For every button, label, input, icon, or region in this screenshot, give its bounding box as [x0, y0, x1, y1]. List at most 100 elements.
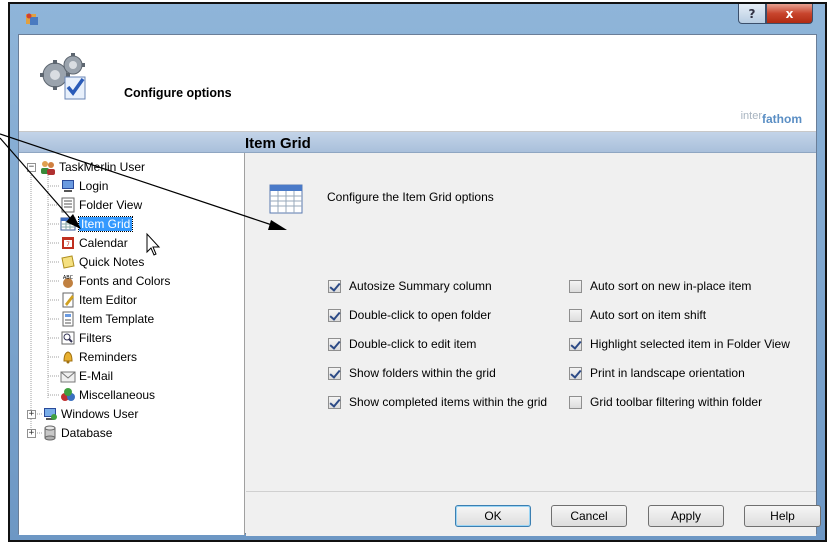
- database-icon: [44, 425, 56, 441]
- calendar-icon: 7: [62, 237, 74, 249]
- item-grid-icon: [269, 184, 303, 214]
- option-label: Double-click to open folder: [349, 308, 492, 322]
- expander-taskmerlin-user[interactable]: −: [27, 163, 36, 172]
- option-auto-sort-shift[interactable]: Auto sort on item shift: [569, 308, 706, 322]
- checkbox[interactable]: [569, 337, 582, 351]
- tree-item-calendar[interactable]: 7 Calendar: [60, 234, 128, 252]
- tree-item-label: TaskMerlin User: [59, 160, 146, 174]
- checkbox[interactable]: [328, 366, 341, 380]
- apply-button[interactable]: Apply: [648, 505, 724, 527]
- tree-item-label: Database: [61, 426, 113, 440]
- options-panel: Configure the Item Grid options Autosize…: [246, 153, 816, 491]
- login-icon: [62, 180, 74, 192]
- tree-item-miscellaneous[interactable]: Miscellaneous: [60, 386, 155, 404]
- notes-icon: [61, 255, 75, 269]
- header-title: Configure options: [124, 86, 232, 100]
- tree-item-label: Quick Notes: [79, 255, 145, 269]
- options-tree[interactable]: − TaskMerlin User Login Folder View Item…: [19, 153, 245, 535]
- email-icon: [60, 371, 76, 383]
- option-show-completed[interactable]: Show completed items within the grid: [328, 395, 547, 409]
- tree-item-fonts-and-colors[interactable]: ABC Fonts and Colors: [60, 272, 170, 290]
- tree-item-label: Calendar: [79, 236, 128, 250]
- section-title: Item Grid: [245, 135, 311, 152]
- bell-icon: [63, 351, 73, 364]
- option-highlight-selected[interactable]: Highlight selected item in Folder View: [569, 337, 790, 351]
- tree-item-email[interactable]: E-Mail: [60, 367, 113, 385]
- checkbox[interactable]: [569, 308, 582, 322]
- section-header-bar: [19, 132, 816, 153]
- option-auto-sort-new[interactable]: Auto sort on new in-place item: [569, 279, 751, 293]
- folder-view-icon: [61, 197, 75, 213]
- tree-item-quick-notes[interactable]: Quick Notes: [60, 253, 144, 271]
- tree-item-label: Windows User: [61, 407, 139, 421]
- brand-prefix: inter: [740, 110, 762, 122]
- option-label: Print in landscape orientation: [590, 366, 745, 380]
- expander-database[interactable]: +: [27, 429, 36, 438]
- tree-item-item-template[interactable]: Item Template: [60, 310, 154, 328]
- dialog-header: Configure options interfathom: [19, 35, 816, 132]
- option-show-folders[interactable]: Show folders within the grid: [328, 366, 496, 380]
- checkbox[interactable]: [328, 395, 341, 409]
- expander-windows-user[interactable]: +: [27, 410, 36, 419]
- title-bar[interactable]: ? x: [10, 4, 825, 34]
- filter-icon: [61, 331, 75, 345]
- dialog-client: Configure options interfathom Item Grid: [18, 34, 821, 536]
- checkbox[interactable]: [328, 279, 341, 293]
- tree-item-label: E-Mail: [79, 369, 114, 383]
- tree-item-label: Item Editor: [79, 293, 138, 307]
- option-double-click-open-folder[interactable]: Double-click to open folder: [328, 308, 491, 322]
- tree-item-database[interactable]: Database: [42, 424, 112, 442]
- ok-button[interactable]: OK: [455, 505, 531, 527]
- tree-item-label: Item Grid: [77, 216, 134, 232]
- tree-item-taskmerlin-user[interactable]: TaskMerlin User: [40, 158, 145, 176]
- users-icon: [41, 161, 55, 175]
- checkbox[interactable]: [328, 337, 341, 351]
- tree-item-item-editor[interactable]: Item Editor: [60, 291, 137, 309]
- tree-item-label: Folder View: [79, 198, 143, 212]
- tree-item-folder-view[interactable]: Folder View: [60, 196, 142, 214]
- checkbox[interactable]: [328, 308, 341, 322]
- option-label: Double-click to edit item: [349, 337, 477, 351]
- tree-item-label: Login: [79, 179, 109, 193]
- checkbox[interactable]: [569, 366, 582, 380]
- option-label: Auto sort on item shift: [590, 308, 707, 322]
- tree-item-label: Reminders: [79, 350, 138, 364]
- tree-item-reminders[interactable]: Reminders: [60, 348, 137, 366]
- option-label: Highlight selected item in Folder View: [590, 337, 790, 351]
- grid-icon: [60, 217, 76, 231]
- option-print-landscape[interactable]: Print in landscape orientation: [569, 366, 745, 380]
- option-label: Autosize Summary column: [349, 279, 492, 293]
- checkbox[interactable]: [569, 279, 582, 293]
- tree-item-windows-user[interactable]: Windows User: [42, 405, 138, 423]
- brand-suffix: fathom: [762, 112, 802, 126]
- option-label: Show completed items within the grid: [349, 395, 548, 409]
- option-label: Show folders within the grid: [349, 366, 496, 380]
- option-grid-toolbar-filtering[interactable]: Grid toolbar filtering within folder: [569, 395, 762, 409]
- svg-text:7: 7: [66, 241, 70, 248]
- tree-item-label: Item Template: [79, 312, 155, 326]
- cancel-button[interactable]: Cancel: [551, 505, 627, 527]
- tree-item-label: Filters: [79, 331, 112, 345]
- app-icon: [26, 13, 38, 25]
- help-title-button[interactable]: ?: [738, 4, 766, 24]
- fonts-icon: ABC: [63, 275, 74, 288]
- help-button[interactable]: Help: [744, 505, 821, 527]
- template-icon: [62, 311, 74, 327]
- option-double-click-edit-item[interactable]: Double-click to edit item: [328, 337, 476, 351]
- computer-user-icon: [44, 408, 57, 420]
- panel-description: Configure the Item Grid options: [327, 190, 494, 204]
- dialog-footer: OK Cancel Apply Help: [246, 491, 821, 536]
- option-label: Auto sort on new in-place item: [590, 279, 752, 293]
- option-label: Grid toolbar filtering within folder: [590, 395, 763, 409]
- option-autosize-summary[interactable]: Autosize Summary column: [328, 279, 492, 293]
- svg-text:ABC: ABC: [63, 275, 74, 281]
- tree-item-filters[interactable]: Filters: [60, 329, 112, 347]
- configure-gears-icon: [40, 53, 86, 100]
- misc-icon: [61, 388, 75, 401]
- tree-item-login[interactable]: Login: [60, 177, 108, 195]
- tree-item-item-grid[interactable]: Item Grid: [60, 215, 134, 233]
- close-button[interactable]: x: [766, 4, 813, 24]
- editor-icon: [62, 292, 74, 308]
- checkbox[interactable]: [569, 395, 582, 409]
- options-dialog: ? x Configure options interfathom Item G…: [10, 4, 825, 540]
